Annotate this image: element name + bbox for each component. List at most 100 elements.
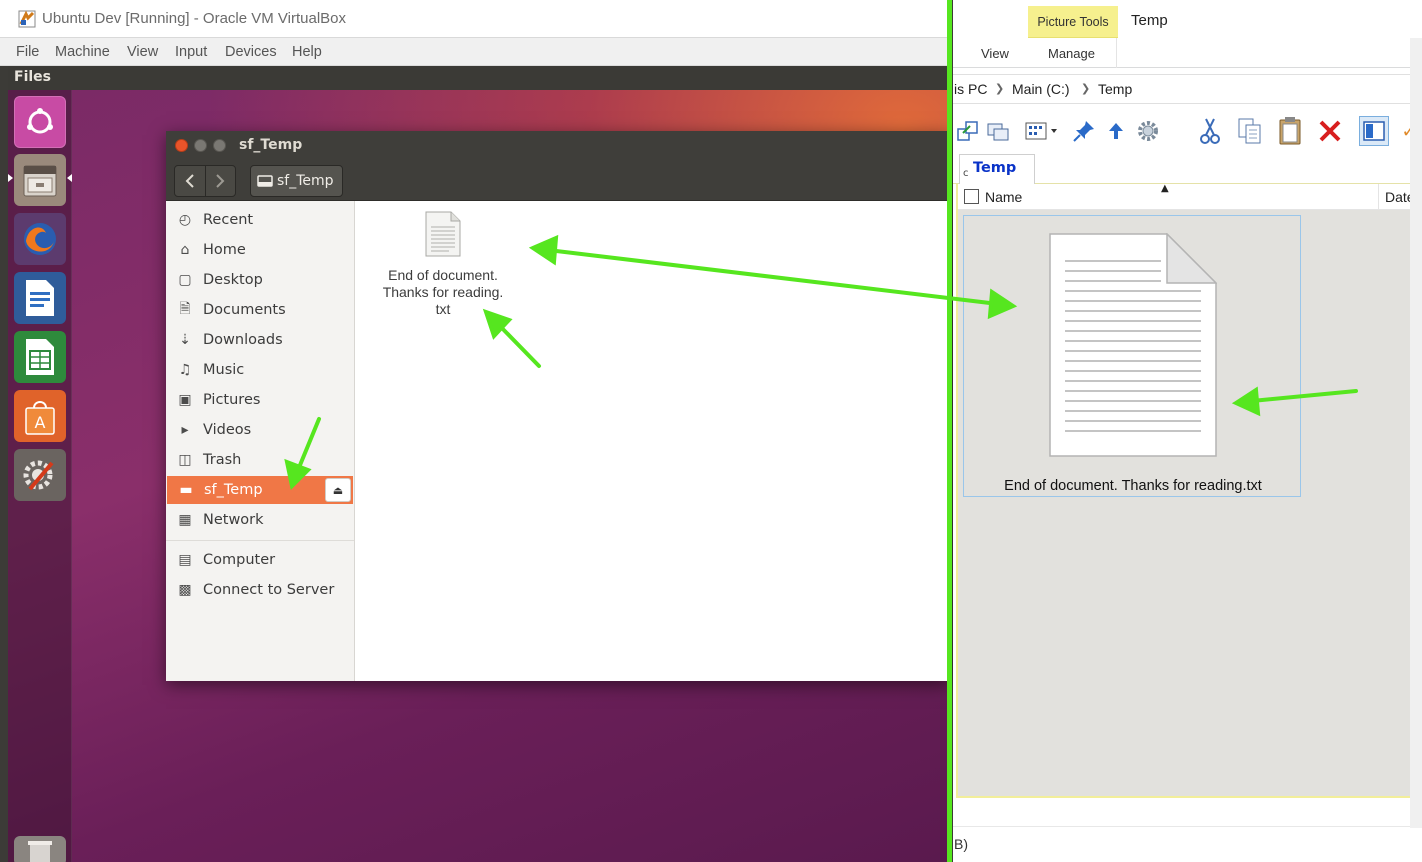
ribbon-tabs: View Manage [953,38,1422,68]
picture-tools-tab[interactable]: Picture Tools [1028,6,1118,38]
trash-icon[interactable] [14,836,66,862]
sidebar-item-label: Trash [203,452,242,468]
select-all-checkbox[interactable] [964,189,979,204]
windows-icon[interactable] [983,116,1013,146]
sidebar-item-music[interactable]: ♫ Music [166,356,355,384]
breadcrumb-temp[interactable]: Temp [1098,81,1132,97]
large-text-file-icon [1049,233,1217,457]
file-name-line-3: txt [435,301,451,317]
menu-machine[interactable]: Machine [55,44,110,60]
menu-view[interactable]: View [127,44,158,60]
sidebar-item-trash[interactable]: ◫ Trash [166,446,355,474]
tab-manage[interactable]: Manage [1048,46,1095,61]
sidebar-item-sf-temp[interactable]: ▬ sf_Temp ⏏ [167,476,353,504]
video-icon: ▸ [181,422,189,438]
server-icon: ▩ [178,582,192,598]
up-arrow-icon[interactable] [1101,116,1131,146]
column-name[interactable]: Name [985,189,1022,205]
status-bar: B) [953,826,1422,862]
calc-icon[interactable] [14,331,66,383]
scrollbar[interactable] [1410,38,1422,828]
home-icon: ⌂ [180,242,190,258]
nautilus-title: sf_Temp [239,137,303,153]
sidebar-item-label: Home [203,242,246,258]
sidebar-item-connect-to-server[interactable]: ▩ Connect to Server [166,576,355,604]
breadcrumb-chevron-icon: ❯ [1081,82,1091,95]
menu-devices[interactable]: Devices [225,44,277,60]
breadcrumb-main-c[interactable]: Main (C:) [1012,81,1070,97]
nautilus-window: sf_Temp sf_Temp ◴ Recent ⌂ Home ▢ Desktop 🗎… [166,131,950,681]
explorer-titlebar: Picture Tools Temp [953,0,1422,38]
sidebar-item-videos[interactable]: ▸ Videos [166,416,355,444]
eject-icon: ⏏ [332,483,344,497]
status-text: B) [954,836,968,852]
breadcrumb-this-pc[interactable]: is PC [954,81,987,97]
cut-icon[interactable] [1195,116,1225,146]
sidebar-item-home[interactable]: ⌂ Home [166,236,355,264]
view-options-icon[interactable] [1023,116,1063,146]
paste-icon[interactable] [1275,116,1305,146]
virtualbox-menubar: File Machine View Input Devices Help [0,38,950,66]
nautilus-toolbar: sf_Temp [166,161,950,201]
tab-view[interactable]: View [981,46,1009,61]
tab-temp[interactable]: Temp [959,154,1035,184]
clock-icon: ◴ [178,212,192,228]
sidebar-item-label: Videos [203,422,252,438]
sort-ascending-icon: ▲ [1161,183,1169,194]
sidebar-item-label: sf_Temp [204,482,263,498]
files-icon[interactable] [14,154,66,206]
close-button[interactable] [175,139,188,152]
sidebar-item-label: Computer [203,552,276,568]
explorer-toolbar: ✓ [953,108,1422,154]
virtualbox-icon [18,10,36,28]
path-bar-button[interactable]: sf_Temp [250,165,343,197]
ribbon-separator [1116,38,1117,68]
music-icon: ♫ [178,362,192,378]
gear-icon[interactable] [1133,116,1163,146]
delete-icon[interactable] [1315,116,1345,146]
explorer-tabstrip: Temp c [953,154,1422,184]
nautilus-titlebar: sf_Temp [166,131,950,161]
system-settings-icon[interactable] [14,449,66,501]
chevron-left-icon [185,174,194,188]
maximize-button[interactable] [213,139,226,152]
sidebar-item-pictures[interactable]: ▣ Pictures [166,386,355,414]
sidebar-item-label: Network [203,512,264,528]
sidebar-item-network[interactable]: ▦ Network [166,506,355,534]
file-item[interactable]: End of document. Thanks for reading. txt [367,211,519,318]
sidebar-item-recent[interactable]: ◴ Recent [166,206,355,234]
file-item-selected[interactable]: End of document. Thanks for reading.txt [963,215,1301,497]
back-button[interactable] [175,166,205,196]
running-indicator [8,174,13,182]
drive-icon [257,175,273,187]
menu-file[interactable]: File [16,44,39,60]
minimize-button[interactable] [194,139,207,152]
sidebar-item-label: Downloads [203,332,283,348]
forward-button[interactable] [204,166,236,196]
sidebar-item-downloads[interactable]: ⇣ Downloads [166,326,355,354]
software-center-icon[interactable]: A [14,390,66,442]
new-window-icon[interactable] [953,116,983,146]
sidebar-item-documents[interactable]: 🗎 Documents [166,296,355,324]
ubuntu-dash-icon[interactable] [14,96,66,148]
firefox-icon[interactable] [14,213,66,265]
sidebar-item-computer[interactable]: ▤ Computer [166,546,355,574]
sidebar-item-desktop[interactable]: ▢ Desktop [166,266,355,294]
camera-icon: ▣ [178,392,192,408]
virtualbox-titlebar: Ubuntu Dev [Running] - Oracle VM Virtual… [0,0,950,38]
eject-button[interactable]: ⏏ [325,478,351,502]
network-icon: ▦ [178,512,192,528]
sidebar-item-label: Recent [203,212,254,228]
pin-icon[interactable] [1069,116,1099,146]
preview-pane-icon[interactable] [1359,116,1389,146]
column-header: Name ▲ Date [958,183,1420,210]
annotation-divider-line [947,0,952,862]
path-bar-label: sf_Temp [277,173,334,189]
menu-input[interactable]: Input [175,44,207,60]
copy-icon[interactable] [1235,116,1265,146]
writer-icon[interactable] [14,272,66,324]
file-view: End of document. Thanks for reading. txt [357,201,950,681]
focused-indicator [67,174,72,182]
address-bar[interactable]: is PC ❯ Main (C:) ❯ Temp [953,74,1422,104]
menu-help[interactable]: Help [292,44,322,60]
